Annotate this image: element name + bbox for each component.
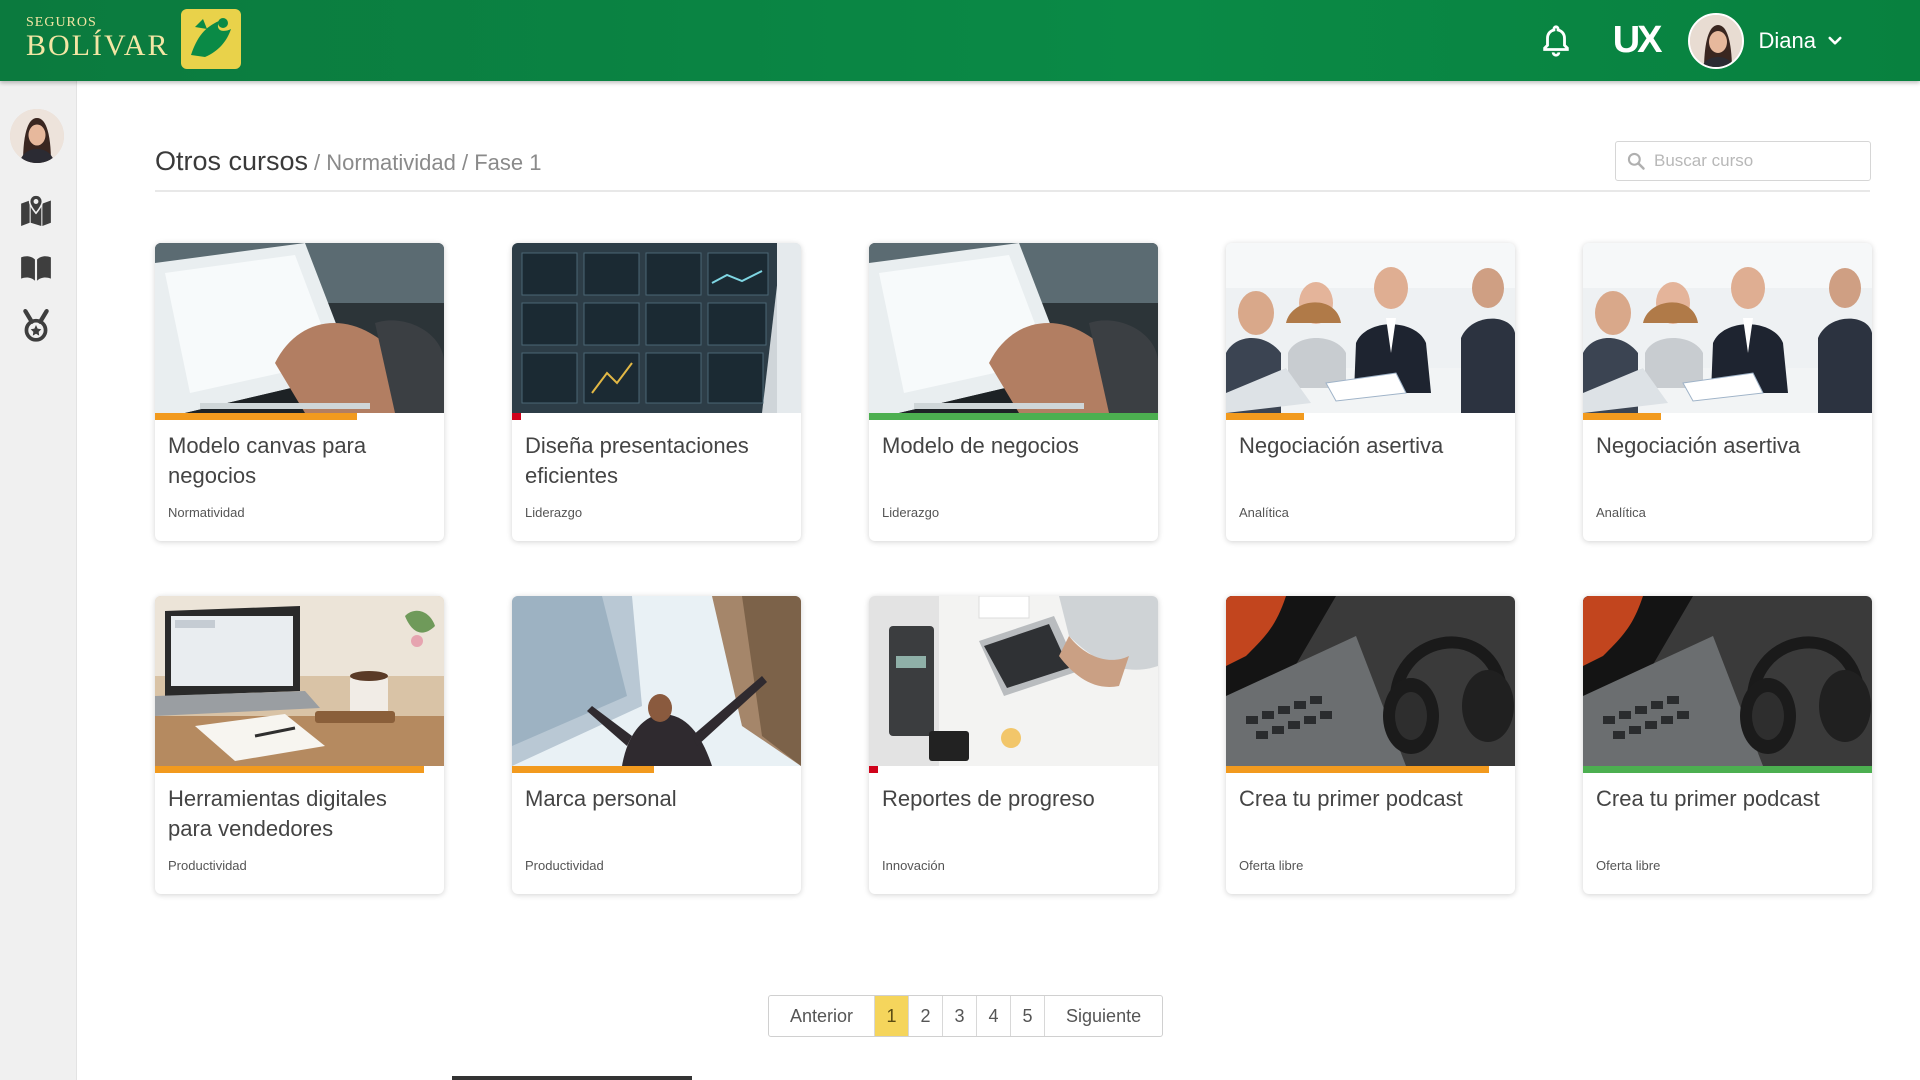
course-category: Oferta libre — [1239, 858, 1304, 873]
course-progress-fill — [1226, 766, 1489, 773]
course-title: Modelo de negocios — [882, 433, 1079, 458]
user-avatar[interactable] — [1687, 12, 1744, 69]
page-title: Otros cursos / Normatividad / Fase 1 — [155, 146, 541, 177]
search-icon — [1627, 152, 1645, 170]
search-input[interactable] — [1654, 151, 1854, 171]
course-image — [155, 596, 444, 766]
course-progress-bar — [1583, 413, 1872, 420]
pagination-page-4[interactable]: 4 — [977, 996, 1012, 1036]
brand-logo[interactable]: SEGUROS BOLÍVAR — [26, 6, 243, 72]
pagination-page-3[interactable]: 3 — [943, 996, 978, 1036]
page-header: Otros cursos / Normatividad / Fase 1 — [155, 141, 1871, 192]
course-progress-bar — [512, 766, 801, 773]
course-card[interactable]: Crea tu primer podcast Oferta libre — [1583, 596, 1872, 894]
course-image — [1583, 596, 1872, 766]
course-image — [512, 243, 801, 413]
course-category: Liderazgo — [525, 505, 583, 520]
map-marker-icon[interactable] — [19, 193, 53, 227]
course-progress-fill — [1583, 766, 1872, 773]
course-image — [512, 596, 801, 766]
course-image — [155, 243, 444, 413]
course-image — [1226, 243, 1515, 413]
page-title-text: Otros cursos — [155, 146, 309, 176]
pagination-page-1[interactable]: 1 — [875, 996, 910, 1036]
course-category: Analítica — [1239, 505, 1289, 520]
breadcrumb: / Normatividad / Fase 1 — [314, 150, 542, 175]
course-card[interactable]: Modelo canvas para negocios Normatividad — [155, 243, 444, 541]
course-card[interactable]: Reportes de progreso Innovación — [869, 596, 1158, 894]
brand-name: BOLÍVAR — [26, 29, 170, 62]
course-progress-bar — [869, 766, 1158, 773]
sidebar-avatar[interactable] — [10, 109, 64, 163]
course-title: Reportes de progreso — [882, 786, 1095, 811]
search-box[interactable] — [1615, 141, 1871, 181]
top-bar: SEGUROS BOLÍVAR UX Diana — [0, 0, 1920, 81]
pagination-page-5[interactable]: 5 — [1011, 996, 1046, 1036]
course-category: Liderazgo — [882, 505, 940, 520]
course-progress-bar — [1226, 766, 1515, 773]
course-title: Negociación asertiva — [1596, 433, 1801, 458]
course-title: Negociación asertiva — [1239, 433, 1444, 458]
course-card[interactable]: Diseña presentaciones eficientes Liderazg… — [512, 243, 801, 541]
course-progress-bar — [155, 766, 444, 773]
course-card[interactable]: Herramientas digitales para vendedores Pr… — [155, 596, 444, 894]
course-progress-bar — [1226, 413, 1515, 420]
course-title: Diseña presentaciones eficientes — [525, 433, 749, 488]
course-progress-bar — [512, 413, 801, 420]
course-title: Herramientas digitales para vendedores — [168, 786, 387, 841]
course-card[interactable]: Modelo de negocios Liderazgo — [869, 243, 1158, 541]
footer-divider — [452, 1076, 692, 1080]
course-category: Normatividad — [168, 505, 245, 520]
course-card[interactable]: Marca personal Productividad — [512, 596, 801, 894]
course-card[interactable]: Negociación asertiva Analítica — [1226, 243, 1515, 541]
book-icon[interactable] — [19, 251, 53, 285]
course-progress-fill — [155, 413, 358, 420]
course-image — [1226, 596, 1515, 766]
course-title: Modelo canvas para negocios — [168, 433, 367, 488]
course-progress-bar — [155, 413, 444, 420]
course-progress-fill — [512, 766, 654, 773]
course-progress-bar — [869, 413, 1158, 420]
course-category: Oferta libre — [1596, 858, 1661, 873]
course-progress-fill — [155, 766, 424, 773]
medal-icon[interactable] — [19, 309, 53, 343]
course-category: Productividad — [525, 858, 604, 873]
course-progress-fill — [1226, 413, 1305, 420]
course-progress-bar — [1583, 766, 1872, 773]
course-card[interactable]: Negociación asertiva Analítica — [1583, 243, 1872, 541]
course-progress-fill — [1583, 413, 1662, 420]
sidebar — [0, 81, 77, 1080]
bell-icon[interactable] — [1539, 23, 1573, 59]
pagination-page-2[interactable]: 2 — [909, 996, 944, 1036]
course-image — [869, 243, 1158, 413]
header-actions: UX Diana — [1539, 0, 1844, 81]
course-image — [869, 596, 1158, 766]
chevron-down-icon[interactable] — [1826, 32, 1844, 50]
course-category: Analítica — [1596, 505, 1646, 520]
course-progress-fill — [512, 413, 521, 420]
pagination: Anterior 1 2 3 4 5 Siguiente — [768, 995, 1164, 1037]
course-title: Crea tu primer podcast — [1596, 786, 1820, 811]
course-category: Innovación — [882, 858, 945, 873]
course-card[interactable]: Crea tu primer podcast Oferta libre — [1226, 596, 1515, 894]
bolivar-emblem-icon — [181, 9, 242, 69]
course-progress-fill — [869, 413, 1158, 420]
course-image — [1583, 243, 1872, 413]
ux-logo[interactable]: UX — [1613, 19, 1663, 62]
course-category: Productividad — [168, 858, 247, 873]
user-name[interactable]: Diana — [1759, 28, 1816, 54]
pagination-prev[interactable]: Anterior — [769, 996, 876, 1036]
pagination-next[interactable]: Siguiente — [1045, 996, 1162, 1036]
course-title: Marca personal — [525, 786, 677, 811]
course-title: Crea tu primer podcast — [1239, 786, 1463, 811]
course-progress-fill — [869, 766, 878, 773]
brand-small-text: SEGUROS — [26, 15, 97, 30]
